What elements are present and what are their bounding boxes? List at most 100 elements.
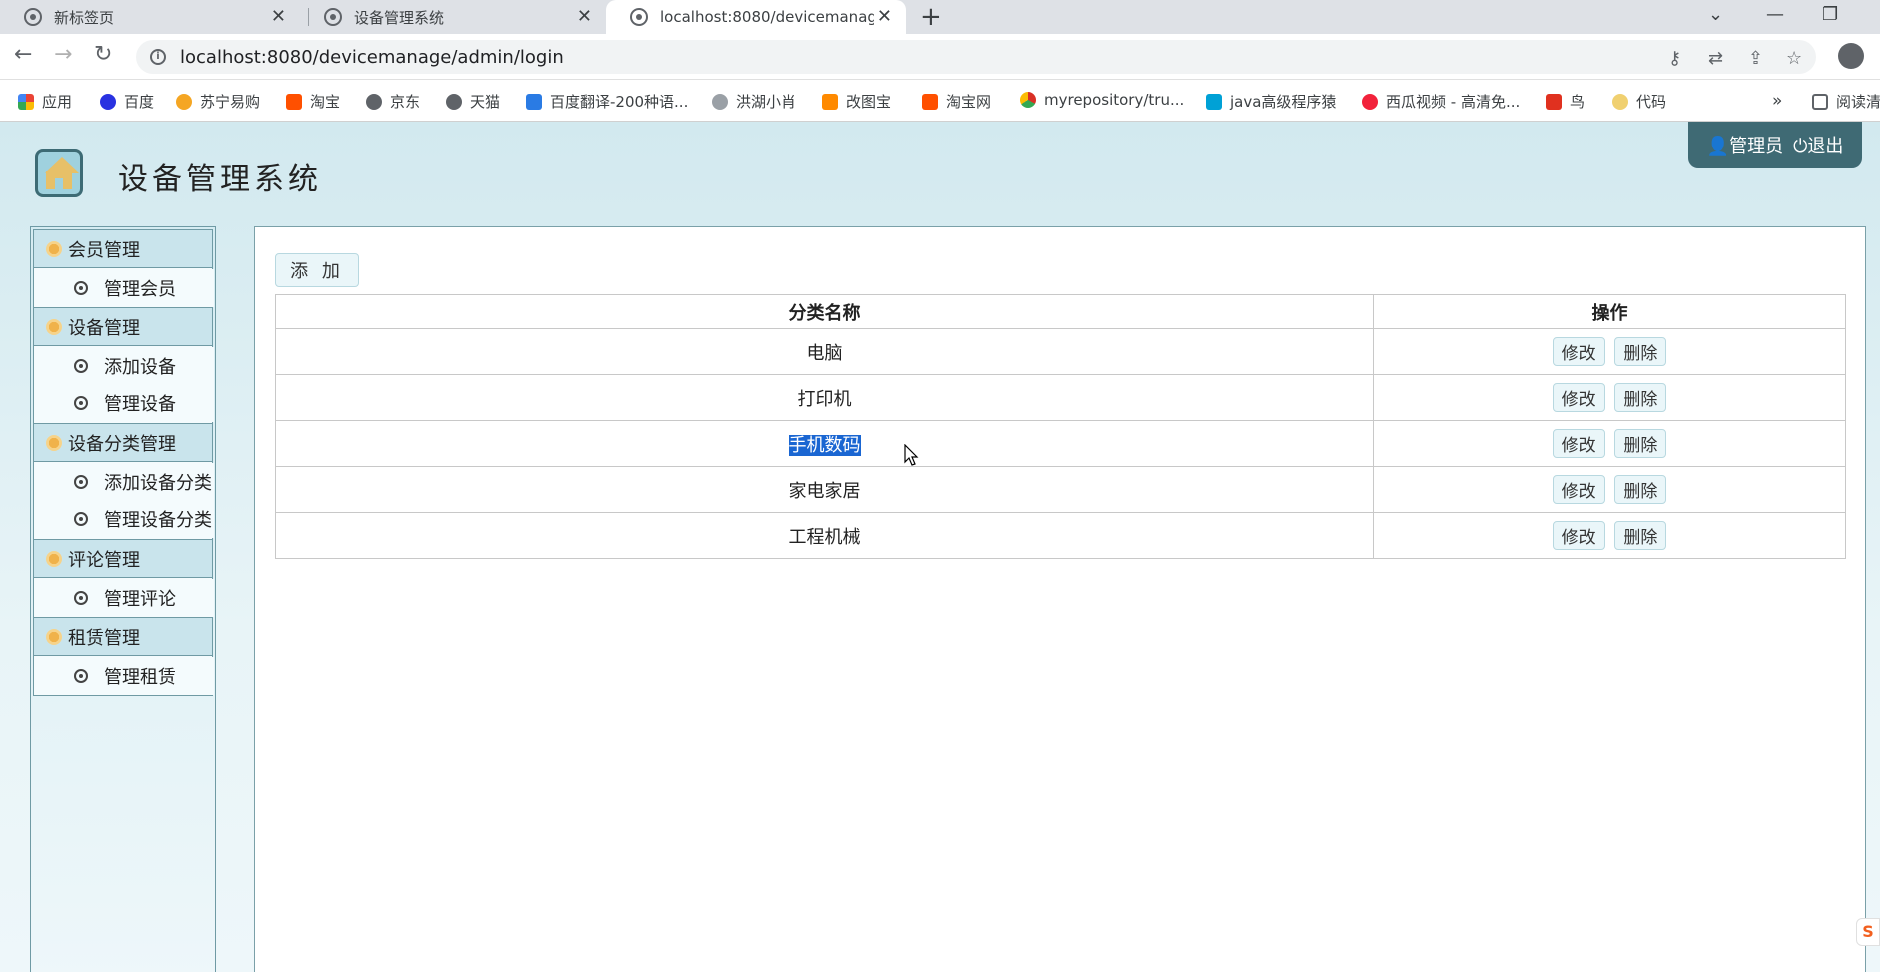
edit-button[interactable]: 修改 xyxy=(1552,521,1605,550)
address-bar: ← → ↻ i localhost:8080/devicemanage/admi… xyxy=(0,34,1880,80)
sidebar-group-comment[interactable]: 评论管理 xyxy=(33,539,213,578)
browser-tab-title: 新标签页 xyxy=(54,8,115,27)
delete-button[interactable]: 删除 xyxy=(1614,337,1667,366)
bookmark-item[interactable]: 淘宝 xyxy=(286,91,340,112)
bullet-icon xyxy=(74,396,88,410)
close-icon[interactable]: ✕ xyxy=(577,6,592,27)
sidebar-group-member[interactable]: 会员管理 xyxy=(33,229,213,268)
bird-icon xyxy=(1546,93,1562,110)
browser-tab-3[interactable]: localhost:8080/devicemanage/ ✕ xyxy=(606,0,906,34)
sun-icon xyxy=(46,318,62,335)
edit-button[interactable]: 修改 xyxy=(1552,337,1605,366)
edit-button[interactable]: 修改 xyxy=(1552,429,1605,458)
sidebar-item-add-device[interactable]: 添加设备 xyxy=(34,347,214,385)
bookmark-item[interactable]: 鸟 xyxy=(1546,91,1585,112)
main-panel: 添 加 分类名称 操作 电脑 修改 删除 打印机 修改 删除 手机数码 修改 删… xyxy=(254,226,1866,972)
minimize-icon[interactable]: — xyxy=(1766,4,1784,25)
actions-cell: 修改 删除 xyxy=(1373,466,1846,513)
reading-list[interactable]: 阅读清 xyxy=(1812,91,1880,112)
delete-button[interactable]: 删除 xyxy=(1614,429,1667,458)
category-table: 分类名称 操作 电脑 修改 删除 打印机 修改 删除 手机数码 修改 删除 家电… xyxy=(275,294,1846,559)
close-icon[interactable]: ✕ xyxy=(877,6,892,27)
sidebar-item-manage-device[interactable]: 管理设备 xyxy=(34,384,214,422)
gaitubao-icon xyxy=(822,93,838,110)
chrome-icon xyxy=(1020,92,1036,108)
bookmark-item[interactable]: 淘宝网 xyxy=(922,91,991,112)
sidebar-group-category[interactable]: 设备分类管理 xyxy=(33,423,213,462)
delete-button[interactable]: 删除 xyxy=(1614,475,1667,504)
bookmark-item[interactable]: 代码 xyxy=(1612,91,1666,112)
bookmark-item[interactable]: 西瓜视频 - 高清免... xyxy=(1362,91,1520,112)
key-icon[interactable]: ⚷ xyxy=(1668,48,1681,69)
bookmark-item[interactable]: 百度 xyxy=(100,91,154,112)
forward-icon[interactable]: → xyxy=(54,42,72,67)
reload-icon[interactable]: ↻ xyxy=(94,42,112,67)
sun-icon xyxy=(46,550,62,567)
sun-icon xyxy=(46,434,62,451)
reading-list-icon xyxy=(1812,93,1828,110)
taobao-icon xyxy=(286,93,302,110)
sidebar-group-device[interactable]: 设备管理 xyxy=(33,307,213,346)
category-name-cell: 手机数码 xyxy=(275,420,1374,467)
user-box: 👤管理员 ⏻退出 xyxy=(1688,122,1862,168)
bookmark-item[interactable]: 百度翻译-200种语... xyxy=(526,91,688,112)
bookmark-item[interactable]: 天猫 xyxy=(446,91,500,112)
bookmark-item[interactable]: 洪湖小肖 xyxy=(712,91,796,112)
apps-icon xyxy=(18,93,34,110)
tab-search-icon[interactable]: ⌄ xyxy=(1708,4,1723,25)
site-title: 设备管理系统 xyxy=(118,162,322,197)
bird-icon xyxy=(712,93,728,110)
delete-button[interactable]: 删除 xyxy=(1614,521,1667,550)
baidu-icon xyxy=(100,93,116,110)
translate-icon[interactable]: ⇄ xyxy=(1708,48,1723,69)
globe-icon xyxy=(630,8,648,26)
add-button[interactable]: 添 加 xyxy=(275,253,359,287)
bookmark-item[interactable]: 改图宝 xyxy=(822,91,891,112)
floating-widget-icon[interactable]: S xyxy=(1856,918,1880,946)
table-row: 工程机械 修改 删除 xyxy=(275,512,1846,559)
xigua-icon xyxy=(1362,93,1378,110)
bullet-icon xyxy=(74,512,88,526)
profile-avatar[interactable] xyxy=(1838,43,1864,69)
sidebar-item-manage-rental[interactable]: 管理租赁 xyxy=(34,657,214,695)
logout-link[interactable]: ⏻退出 xyxy=(1793,132,1843,158)
table-row: 家电家居 修改 删除 xyxy=(275,466,1846,513)
bookmark-item[interactable]: 苏宁易购 xyxy=(176,91,260,112)
bookmark-item[interactable]: 京东 xyxy=(366,91,420,112)
bullet-icon xyxy=(74,669,88,683)
sun-icon xyxy=(46,628,62,645)
sidebar-item-add-category[interactable]: 添加设备分类 xyxy=(34,463,214,501)
url-input[interactable]: i localhost:8080/devicemanage/admin/logi… xyxy=(136,40,1816,74)
table-row: 手机数码 修改 删除 xyxy=(275,420,1846,467)
actions-cell: 修改 删除 xyxy=(1373,328,1846,375)
table-header-row: 分类名称 操作 xyxy=(275,294,1846,329)
edit-button[interactable]: 修改 xyxy=(1552,475,1605,504)
share-icon[interactable]: ⇪ xyxy=(1748,48,1763,69)
home-icon[interactable] xyxy=(35,149,83,197)
url-text: localhost:8080/devicemanage/admin/login xyxy=(180,46,564,68)
selected-text: 手机数码 xyxy=(788,434,861,456)
sidebar-group-rental[interactable]: 租赁管理 xyxy=(33,617,213,656)
bookmarks-more-icon[interactable]: » xyxy=(1772,91,1782,111)
bookmark-star-icon[interactable]: ☆ xyxy=(1786,48,1802,69)
sidebar-item-manage-comment[interactable]: 管理评论 xyxy=(34,579,214,617)
restore-icon[interactable]: ❐ xyxy=(1822,4,1838,25)
browser-tab-2[interactable]: 设备管理系统 ✕ xyxy=(300,0,606,34)
browser-tab-1[interactable]: 新标签页 ✕ xyxy=(0,0,300,34)
close-icon[interactable]: ✕ xyxy=(271,6,286,27)
bookmark-item[interactable]: java高级程序猿 xyxy=(1206,91,1336,112)
sidebar-item-manage-category[interactable]: 管理设备分类 xyxy=(34,500,214,538)
new-tab-icon[interactable]: + xyxy=(920,2,942,32)
bilibili-icon xyxy=(1206,93,1222,110)
category-name-cell: 打印机 xyxy=(275,374,1374,421)
back-icon[interactable]: ← xyxy=(14,42,32,67)
edit-button[interactable]: 修改 xyxy=(1552,383,1605,412)
bookmark-apps[interactable]: 应用 xyxy=(18,91,72,112)
bookmark-item[interactable]: myrepository/tru... xyxy=(1020,91,1184,109)
sidebar-menu: 会员管理 管理会员 设备管理 添加设备 管理设备 设备分类管理 添加设备分类 管… xyxy=(30,226,216,972)
admin-link[interactable]: 👤管理员 xyxy=(1707,132,1783,158)
sidebar-item-manage-member[interactable]: 管理会员 xyxy=(34,269,214,307)
actions-cell: 修改 删除 xyxy=(1373,374,1846,421)
site-info-icon[interactable]: i xyxy=(150,49,166,65)
delete-button[interactable]: 删除 xyxy=(1614,383,1667,412)
